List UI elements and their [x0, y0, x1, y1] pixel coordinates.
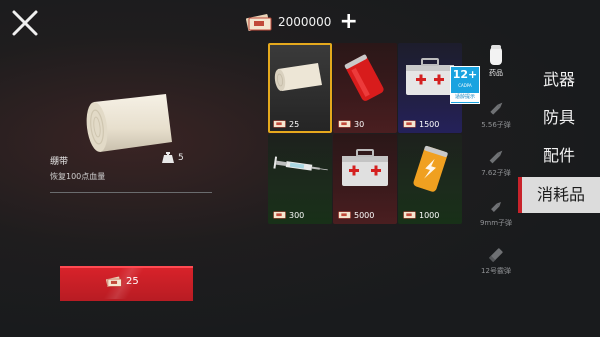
age-rating-org: CADPA	[458, 83, 472, 88]
tab-attachments[interactable]: 配件	[518, 138, 600, 174]
energy-drink-can-icon	[344, 54, 384, 101]
cash-icon	[403, 211, 416, 219]
bullet-icon	[489, 150, 503, 164]
subcategory-label: 9mm子弹	[479, 219, 513, 227]
bandage-icon	[274, 63, 322, 91]
tab-weapons[interactable]: 武器	[518, 62, 600, 98]
item-card-bandage[interactable]: 25	[268, 43, 332, 133]
item-price: 5000	[354, 210, 375, 220]
subcategory-medicine[interactable]: 药品	[472, 44, 520, 78]
item-card-medkit[interactable]: 5000	[333, 134, 397, 224]
item-price: 30	[354, 119, 365, 129]
currency-display: 2000000 +	[246, 10, 358, 34]
close-icon	[12, 10, 38, 36]
energy-drink-can-icon	[413, 145, 448, 192]
tab-armor[interactable]: 防具	[518, 100, 600, 136]
item-price: 25	[289, 119, 300, 129]
cash-icon	[106, 276, 122, 287]
item-price: 300	[289, 210, 305, 220]
item-price: 1000	[419, 210, 440, 220]
subcategory-label: 药品	[489, 69, 503, 77]
cash-icon	[403, 120, 416, 128]
item-description: 恢复100点血量	[50, 172, 106, 181]
item-card-energy-drink-red[interactable]: 30	[333, 43, 397, 133]
buy-button[interactable]: 25	[60, 266, 193, 301]
subcategory-556[interactable]: 5.56子弹	[472, 100, 520, 130]
bandage-preview-image	[86, 94, 172, 152]
item-card-syringe[interactable]: 300	[268, 134, 332, 224]
buy-price: 25	[126, 276, 139, 287]
close-button[interactable]	[10, 8, 40, 38]
medicine-icon	[490, 45, 502, 65]
subcategory-12-gauge[interactable]: 12号霰弹	[472, 246, 520, 276]
weight-icon	[162, 152, 174, 163]
cash-icon	[273, 211, 286, 219]
divider	[50, 192, 212, 193]
item-name: 绷带	[50, 157, 69, 167]
subcategory-label: 12号霰弹	[481, 267, 511, 275]
cash-icon	[273, 120, 286, 128]
subcategory-label: 5.56子弹	[481, 121, 511, 129]
currency-amount: 2000000	[278, 15, 332, 29]
item-card-energy-drink-orange[interactable]: 1000	[398, 134, 462, 224]
item-price: 1500	[419, 119, 440, 129]
tab-consumables[interactable]: 消耗品	[518, 177, 600, 213]
cash-icon	[338, 120, 351, 128]
shell-icon	[488, 248, 503, 263]
cash-icon	[338, 211, 351, 219]
cash-icon	[246, 14, 272, 31]
subcategory-label: 7.62子弹	[481, 169, 511, 177]
item-weight: 5	[162, 152, 184, 163]
medkit-icon	[342, 149, 388, 186]
add-currency-button[interactable]: +	[339, 11, 357, 33]
syringe-icon	[273, 156, 328, 171]
bullet-icon	[490, 102, 503, 115]
subcategory-9mm[interactable]: 9mm子弹	[472, 198, 520, 228]
subcategory-762[interactable]: 7.62子弹	[472, 148, 520, 178]
bullet-icon	[491, 202, 501, 212]
item-weight-value: 5	[178, 152, 184, 163]
